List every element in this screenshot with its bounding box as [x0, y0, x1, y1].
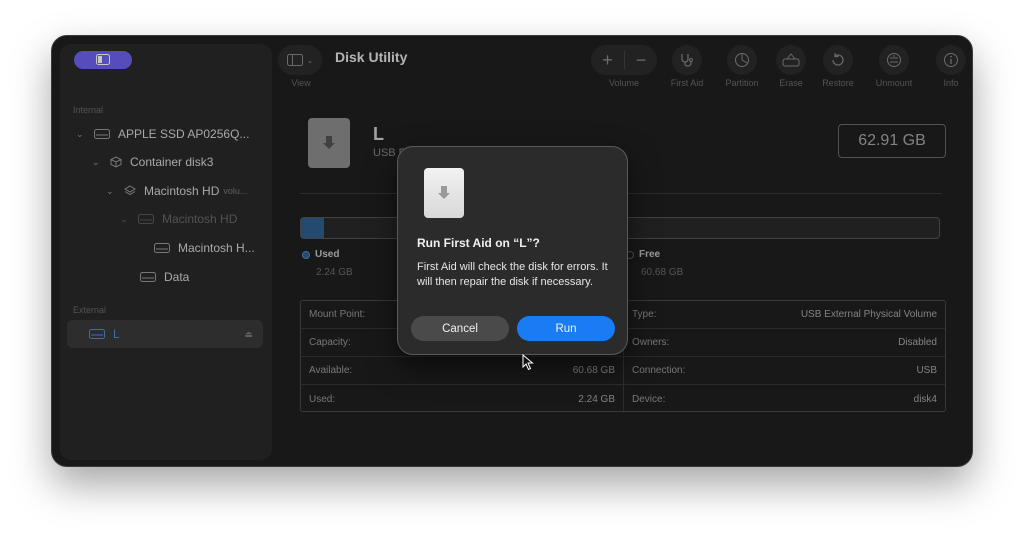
cancel-button[interactable]: Cancel [411, 316, 509, 341]
run-button[interactable]: Run [517, 316, 615, 341]
download-arrow-icon [438, 186, 450, 199]
first-aid-dialog: Run First Aid on “L”? First Aid will che… [397, 146, 628, 355]
dialog-message: First Aid will check the disk for errors… [417, 261, 608, 288]
external-disk-icon [424, 168, 464, 218]
dialog-title: Run First Aid on “L”? [417, 236, 540, 250]
mouse-pointer-icon [522, 354, 534, 371]
